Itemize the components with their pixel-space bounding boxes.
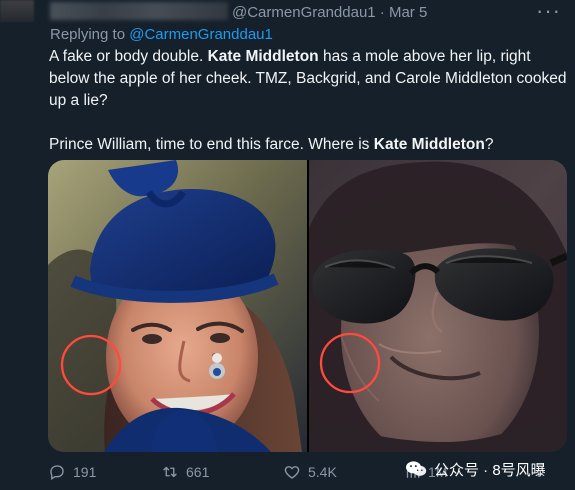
- media-photo-left[interactable]: [48, 160, 307, 452]
- retweet-button[interactable]: 661: [161, 463, 209, 481]
- retweet-count: 661: [186, 464, 210, 480]
- tweet-text-segment: Prince William, time to end this farce. …: [49, 136, 374, 153]
- heart-icon: [284, 466, 300, 479]
- tweet-paragraph-1: A fake or body double. Kate Middleton ha…: [49, 46, 569, 112]
- watermark: 公众号 · 8号风曝: [404, 454, 575, 484]
- blurred-display-name[interactable]: [50, 2, 228, 20]
- tweet-header: @CarmenGranddau1 · Mar 5 ···: [0, 0, 575, 26]
- media-photo-right[interactable]: [309, 160, 567, 452]
- replying-to-line: Replying to @CarmenGranddau1: [50, 26, 273, 43]
- reply-count: 191: [73, 464, 97, 480]
- tweet-text-segment: A fake or body double.: [49, 48, 208, 65]
- tweet-media-grid[interactable]: [48, 160, 567, 452]
- retweet-icon: [163, 466, 177, 478]
- reply-mention-link[interactable]: @CarmenGranddau1: [129, 26, 273, 43]
- portrait-photo-left: [48, 160, 307, 452]
- replying-to-prefix: Replying to: [50, 26, 130, 43]
- wechat-icon: [406, 461, 427, 476]
- like-button[interactable]: 5.4K: [283, 463, 337, 481]
- portrait-photo-right: [309, 160, 567, 452]
- tweet-text-segment: ?: [484, 136, 494, 153]
- author-handle-and-date[interactable]: @CarmenGranddau1 · Mar 5: [232, 4, 427, 21]
- reply-button[interactable]: 191: [48, 463, 96, 481]
- more-icon[interactable]: ···: [536, 0, 561, 22]
- tweet-bold-name: Kate Middleton: [207, 48, 319, 65]
- like-count: 5.4K: [308, 464, 337, 480]
- tweet-paragraph-2: Prince William, time to end this farce. …: [49, 134, 569, 156]
- tweet-card: @CarmenGranddau1 · Mar 5 ··· Replying to…: [0, 0, 575, 490]
- tweet-bold-name: Kate Middleton: [373, 136, 485, 153]
- reply-icon: [50, 465, 64, 480]
- watermark-text: 公众号 · 8号风曝: [434, 461, 546, 479]
- avatar[interactable]: [0, 0, 34, 22]
- tweet-body: A fake or body double. Kate Middleton ha…: [49, 46, 569, 156]
